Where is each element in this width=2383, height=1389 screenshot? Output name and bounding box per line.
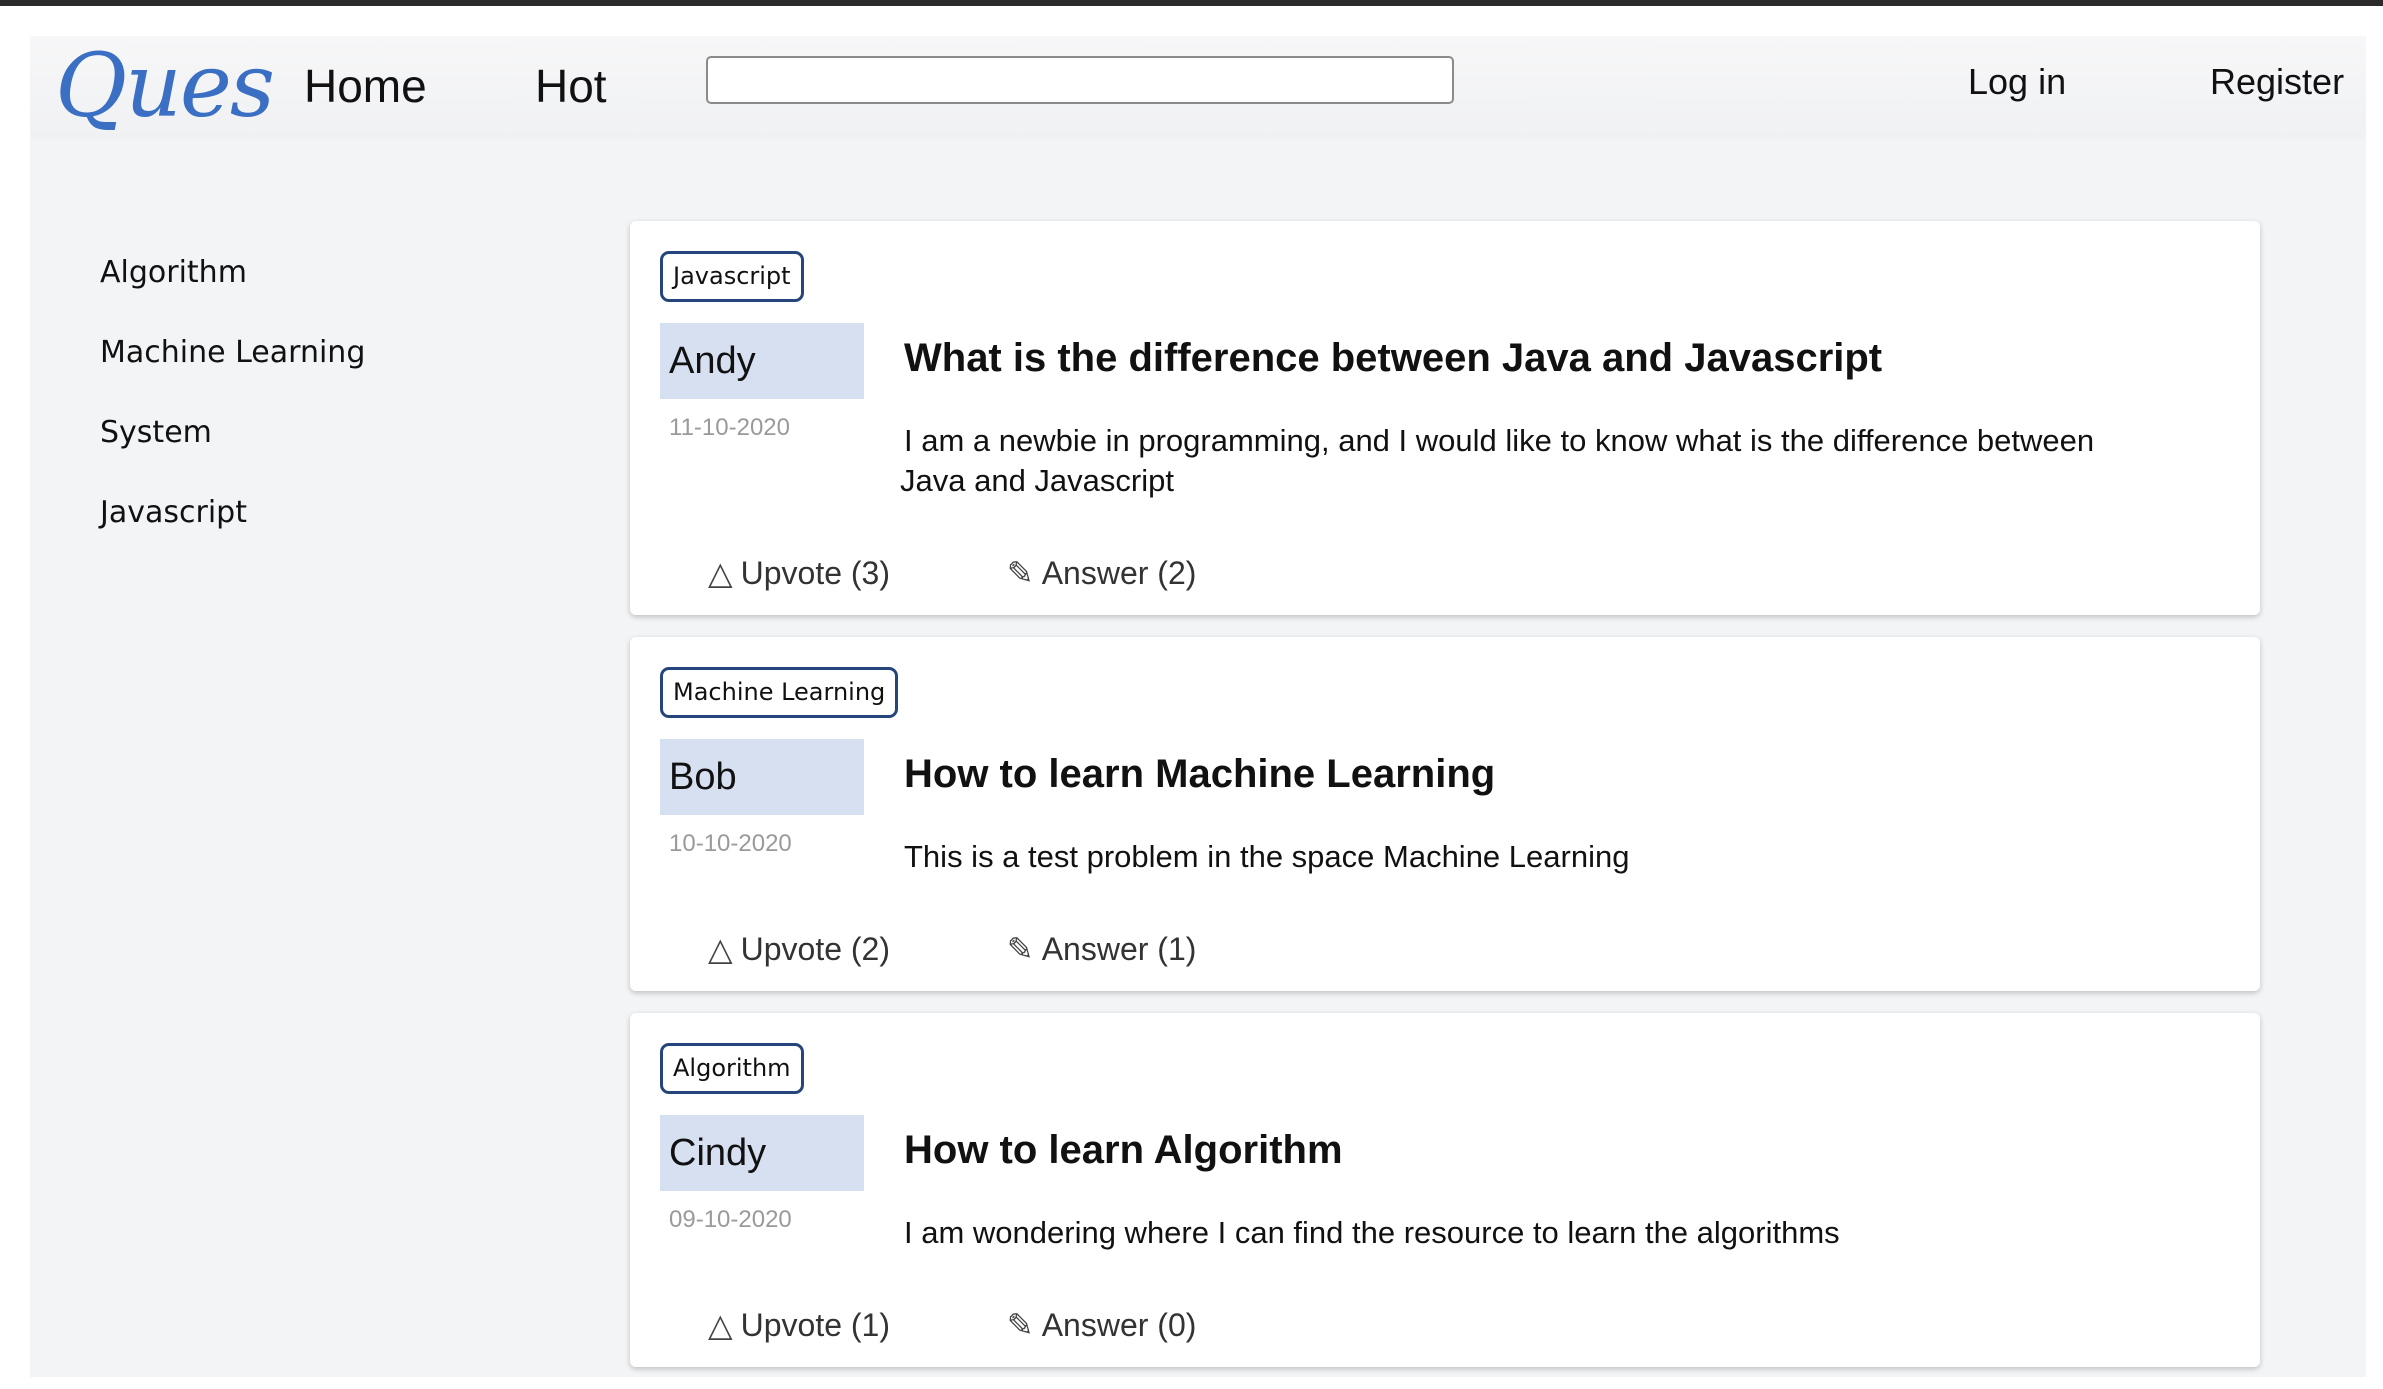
page: Ques Home Hot Log in Register Algorithm … [30,36,2366,1377]
question-actions: △ Upvote (2) ✎ Answer (1) [708,929,1196,969]
answer-button[interactable]: ✎ Answer (2) [1007,553,1197,593]
question-tag[interactable]: Javascript [660,251,804,302]
author-name[interactable]: Bob [660,739,864,815]
upvote-label: Upvote (2) [740,931,890,967]
question-card: Algorithm Cindy 09-10-2020 How to learn … [630,1013,2260,1367]
sidebar: Algorithm Machine Learning System Javasc… [100,251,500,571]
question-date: 09-10-2020 [669,1206,792,1233]
pencil-icon: ✎ [1006,1307,1034,1343]
upvote-label: Upvote (1) [740,1307,890,1343]
question-body-line: I am a newbie in programming, and I woul… [904,423,2095,458]
answer-button[interactable]: ✎ Answer (1) [1007,929,1197,969]
question-title[interactable]: What is the difference between Java and … [904,336,1882,381]
question-card: Javascript Andy 11-10-2020 What is the d… [630,221,2260,615]
author-name[interactable]: Cindy [660,1115,864,1191]
question-body-line: I am wondering where I can find the reso… [904,1215,1840,1250]
sidebar-item-algorithm[interactable]: Algorithm [100,251,500,331]
answer-label: Answer (0) [1041,1307,1197,1343]
question-date: 10-10-2020 [669,830,792,857]
login-link[interactable]: Log in [1968,60,2066,104]
header: Ques Home Hot Log in Register [30,36,2366,139]
question-body: I am a newbie in programming, and I woul… [900,421,2140,501]
window-top-strip [0,0,2383,6]
triangle-up-icon: △ [708,555,733,591]
sidebar-item-machine-learning[interactable]: Machine Learning [100,331,500,411]
question-actions: △ Upvote (3) ✎ Answer (2) [708,553,1196,593]
question-tag[interactable]: Machine Learning [660,667,899,718]
sidebar-item-javascript[interactable]: Javascript [100,491,500,571]
question-title[interactable]: How to learn Algorithm [904,1128,1343,1173]
question-title[interactable]: How to learn Machine Learning [904,752,1495,797]
answer-button[interactable]: ✎ Answer (0) [1007,1305,1197,1345]
question-tag[interactable]: Algorithm [660,1043,804,1094]
upvote-button[interactable]: △ Upvote (1) [708,1305,998,1345]
answer-label: Answer (1) [1041,931,1197,967]
register-link[interactable]: Register [2210,60,2344,104]
question-card: Machine Learning Bob 10-10-2020 How to l… [630,637,2260,991]
upvote-button[interactable]: △ Upvote (3) [708,553,998,593]
question-date: 11-10-2020 [669,414,790,441]
upvote-label: Upvote (3) [740,555,890,591]
question-body-line: Java and Javascript [900,463,1174,498]
logo[interactable]: Ques [55,36,275,136]
sidebar-item-system[interactable]: System [100,411,500,491]
pencil-icon: ✎ [1006,931,1034,967]
upvote-button[interactable]: △ Upvote (2) [708,929,998,969]
question-body: This is a test problem in the space Mach… [900,837,2140,877]
question-actions: △ Upvote (1) ✎ Answer (0) [708,1305,1196,1345]
nav-home-link[interactable]: Home [304,58,427,114]
question-feed: Javascript Andy 11-10-2020 What is the d… [630,221,2260,1389]
question-body: I am wondering where I can find the reso… [900,1213,2140,1253]
pencil-icon: ✎ [1006,555,1034,591]
answer-label: Answer (2) [1041,555,1197,591]
nav-hot-link[interactable]: Hot [535,58,607,114]
question-body-line: This is a test problem in the space Mach… [904,839,1630,874]
triangle-up-icon: △ [708,931,733,967]
author-name[interactable]: Andy [660,323,864,399]
search-input[interactable] [706,56,1454,104]
triangle-up-icon: △ [708,1307,733,1343]
